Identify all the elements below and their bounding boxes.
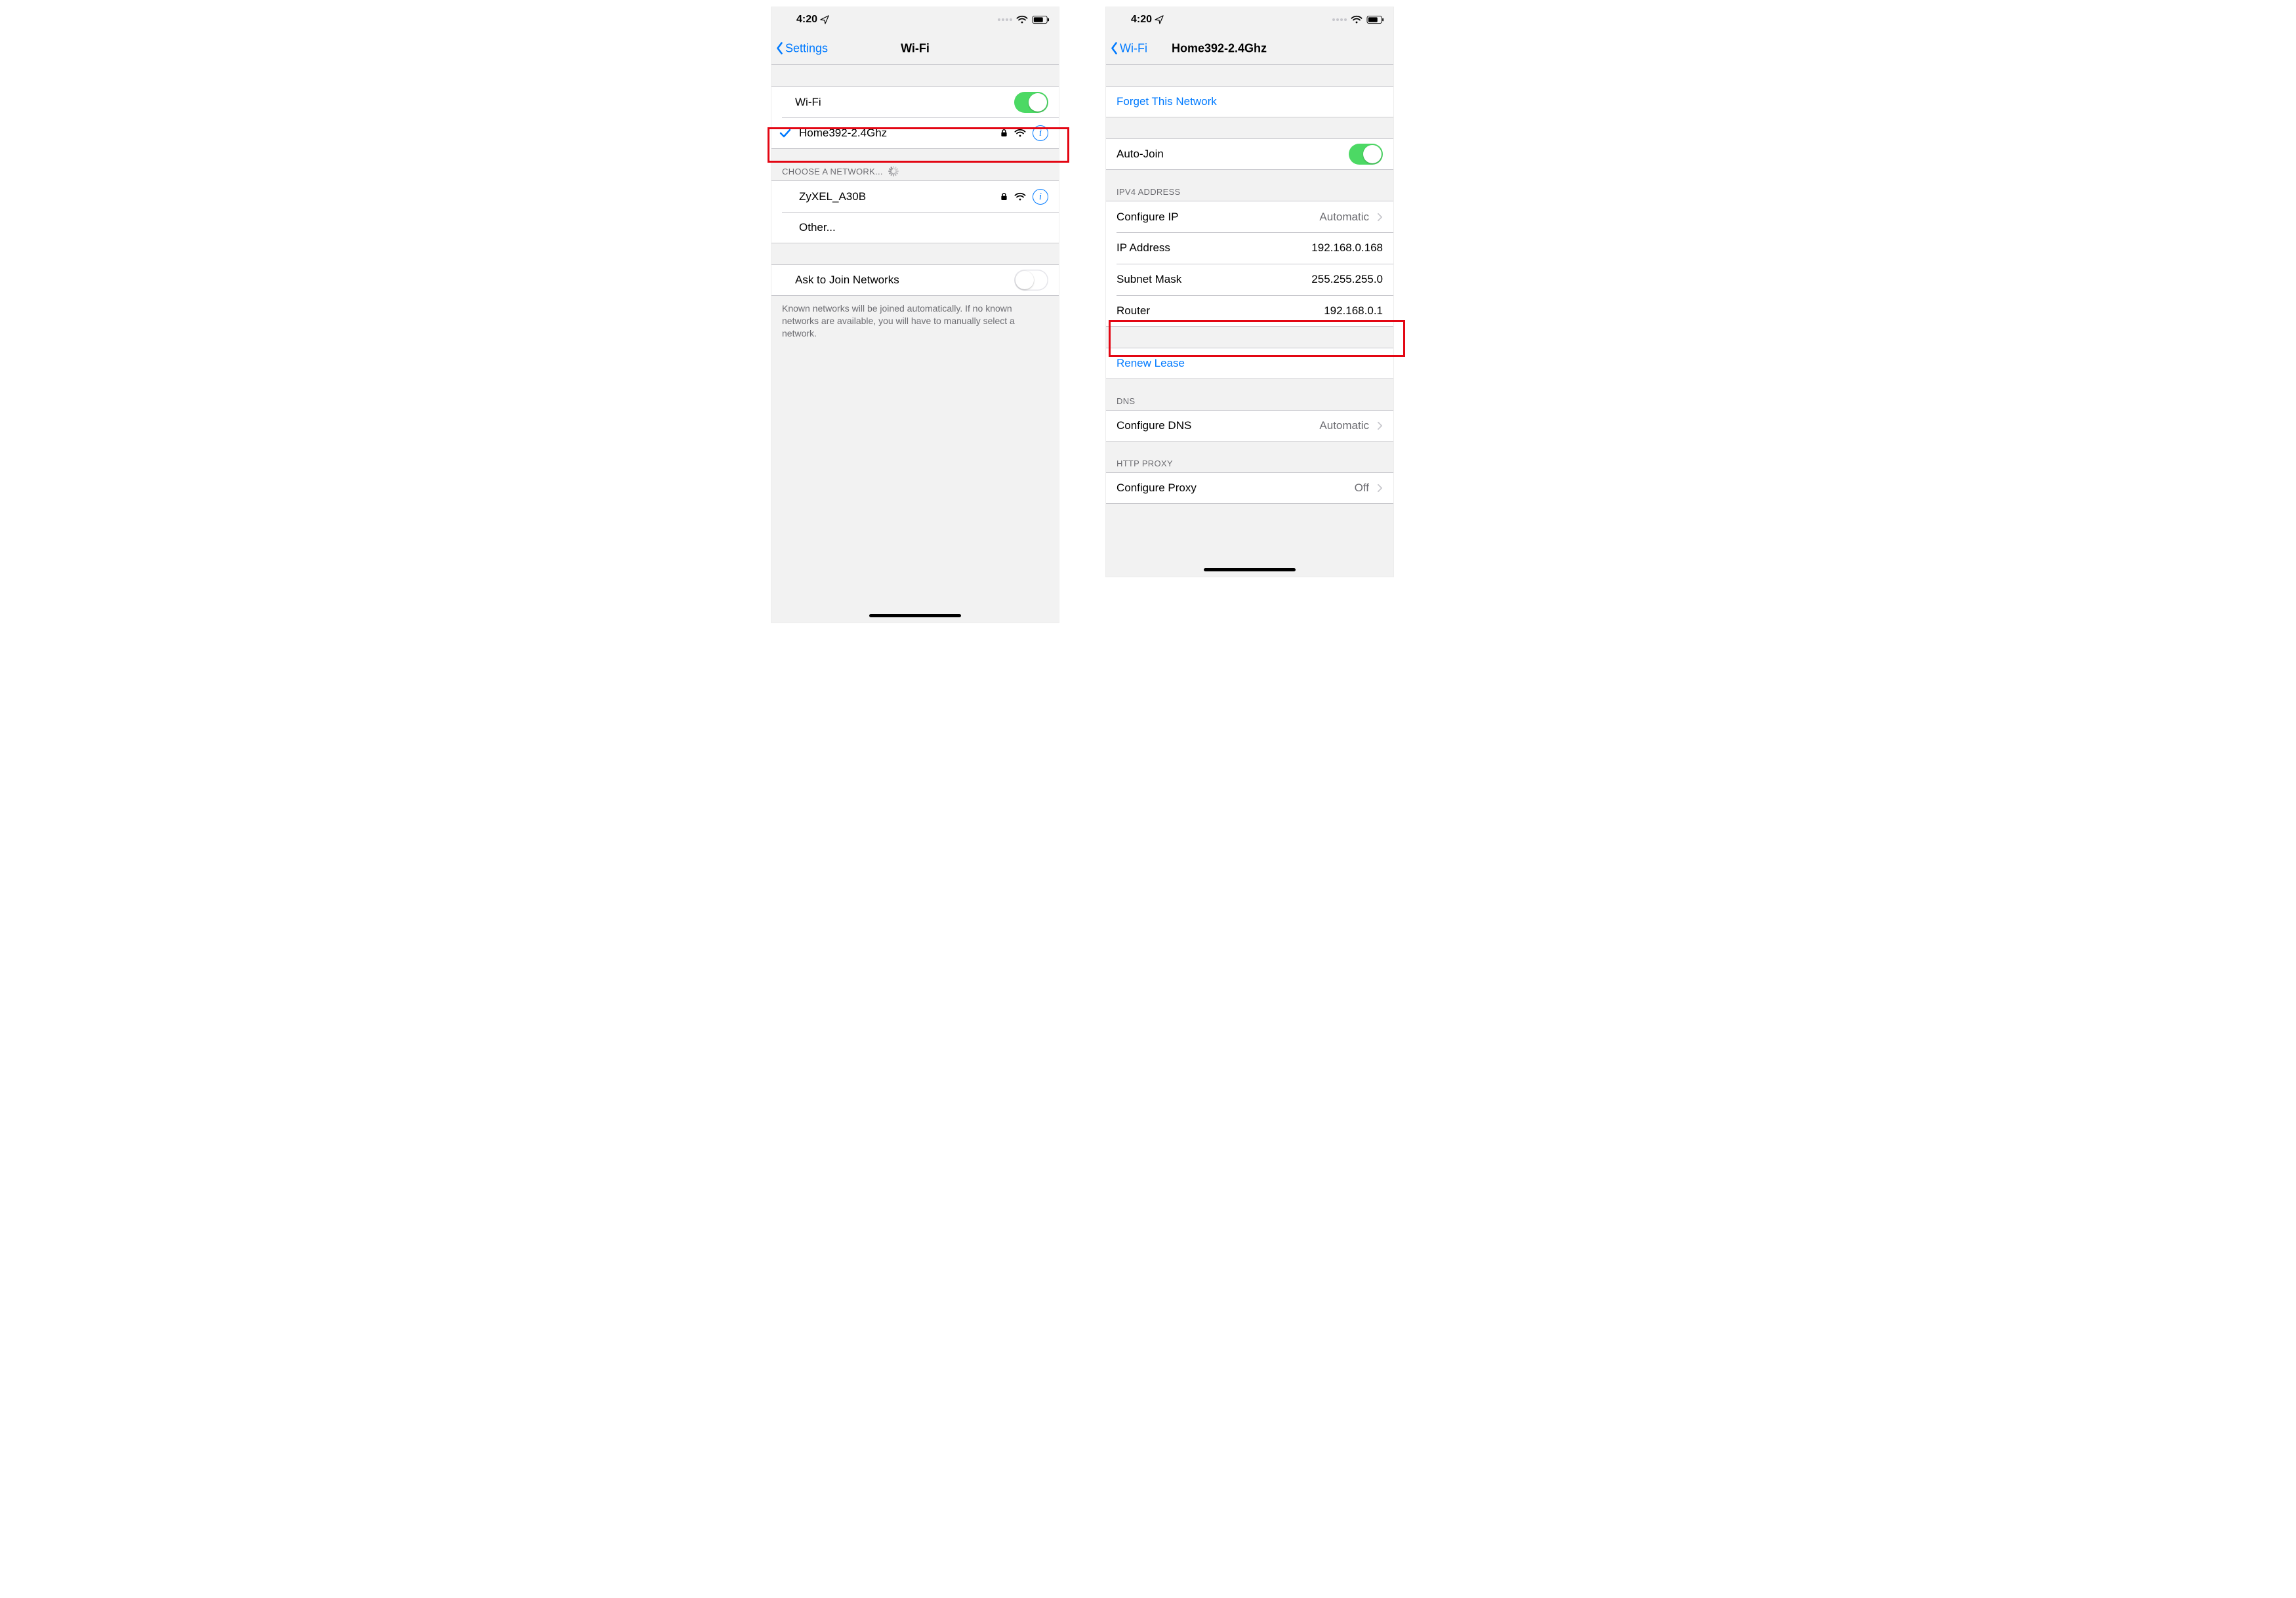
other-label: Other... bbox=[799, 221, 1048, 234]
ip-address-row: IP Address 192.168.0.168 bbox=[1106, 232, 1393, 264]
configure-proxy-label: Configure Proxy bbox=[1117, 481, 1355, 495]
nav-bar: Wi-Fi Home392-2.4Ghz bbox=[1106, 32, 1393, 65]
battery-icon bbox=[1032, 16, 1050, 24]
checkmark-icon bbox=[779, 129, 791, 138]
renew-lease-button[interactable]: Renew Lease bbox=[1106, 348, 1393, 379]
wifi-icon bbox=[1016, 15, 1028, 24]
chevron-right-icon bbox=[1377, 213, 1383, 222]
spinner-icon bbox=[888, 166, 899, 176]
dns-header: DNS bbox=[1106, 379, 1393, 410]
chevron-right-icon bbox=[1377, 483, 1383, 493]
location-arrow-icon bbox=[1155, 15, 1164, 24]
configure-proxy-row[interactable]: Configure Proxy Off bbox=[1106, 472, 1393, 504]
phone-wifi-list: 4:20 Settings Wi-Fi Wi-Fi bbox=[771, 7, 1059, 623]
configure-dns-label: Configure DNS bbox=[1117, 419, 1319, 432]
proxy-header: HTTP PROXY bbox=[1106, 441, 1393, 472]
configure-ip-value: Automatic bbox=[1319, 211, 1369, 224]
wifi-toggle[interactable] bbox=[1014, 92, 1048, 113]
other-network-row[interactable]: ZyXEL_A30B i bbox=[771, 180, 1059, 212]
status-time: 4:20 bbox=[796, 14, 817, 26]
cell-signal-dots-icon bbox=[998, 18, 1012, 21]
ip-address-value: 192.168.0.168 bbox=[1311, 241, 1383, 255]
wifi-signal-icon bbox=[1014, 129, 1026, 138]
wifi-icon bbox=[1351, 15, 1363, 24]
location-arrow-icon bbox=[820, 15, 829, 24]
status-time: 4:20 bbox=[1131, 14, 1152, 26]
renew-lease-label: Renew Lease bbox=[1117, 357, 1185, 370]
ask-join-label: Ask to Join Networks bbox=[782, 274, 1014, 287]
home-indicator[interactable] bbox=[1204, 568, 1296, 571]
forget-network-label: Forget This Network bbox=[1117, 95, 1217, 108]
configure-dns-value: Automatic bbox=[1319, 419, 1369, 432]
router-value: 192.168.0.1 bbox=[1324, 304, 1383, 318]
configure-ip-label: Configure IP bbox=[1117, 211, 1319, 224]
nav-bar: Settings Wi-Fi bbox=[771, 32, 1059, 65]
choose-network-header: CHOOSE A NETWORK... bbox=[782, 167, 883, 176]
connected-network-row[interactable]: Home392-2.4Ghz i bbox=[771, 117, 1059, 149]
wifi-signal-icon bbox=[1014, 192, 1026, 201]
lock-icon bbox=[1000, 192, 1008, 201]
chevron-right-icon bbox=[1377, 421, 1383, 430]
phone-wifi-details: 4:20 Wi-Fi Home392-2.4Ghz Forget This Ne… bbox=[1105, 7, 1394, 577]
subnet-mask-label: Subnet Mask bbox=[1117, 273, 1311, 286]
forget-network-button[interactable]: Forget This Network bbox=[1106, 86, 1393, 117]
ip-address-label: IP Address bbox=[1117, 241, 1311, 255]
cell-signal-dots-icon bbox=[1332, 18, 1347, 21]
ipv4-header: IPV4 ADDRESS bbox=[1106, 170, 1393, 201]
status-bar: 4:20 bbox=[1106, 7, 1393, 32]
battery-icon bbox=[1366, 16, 1384, 24]
status-bar: 4:20 bbox=[771, 7, 1059, 32]
configure-dns-row[interactable]: Configure DNS Automatic bbox=[1106, 410, 1393, 441]
lock-icon bbox=[1000, 129, 1008, 137]
subnet-mask-row: Subnet Mask 255.255.255.0 bbox=[1106, 264, 1393, 295]
home-indicator[interactable] bbox=[869, 614, 961, 617]
ask-join-footer: Known networks will be joined automatica… bbox=[771, 296, 1059, 346]
auto-join-row[interactable]: Auto-Join bbox=[1106, 138, 1393, 170]
router-label: Router bbox=[1117, 304, 1324, 318]
configure-ip-row[interactable]: Configure IP Automatic bbox=[1106, 201, 1393, 232]
info-icon[interactable]: i bbox=[1033, 189, 1048, 205]
router-row: Router 192.168.0.1 bbox=[1106, 295, 1393, 327]
auto-join-label: Auto-Join bbox=[1117, 148, 1349, 161]
connected-network-name: Home392-2.4Ghz bbox=[799, 127, 1000, 140]
subnet-mask-value: 255.255.255.0 bbox=[1311, 273, 1383, 286]
nav-title: Wi-Fi bbox=[771, 41, 1059, 55]
other-network-name: ZyXEL_A30B bbox=[799, 190, 1000, 203]
configure-proxy-value: Off bbox=[1355, 481, 1369, 495]
info-icon[interactable]: i bbox=[1033, 125, 1048, 141]
other-network-other-row[interactable]: Other... bbox=[771, 212, 1059, 243]
wifi-toggle-label: Wi-Fi bbox=[782, 96, 1014, 109]
nav-title: Home392-2.4Ghz bbox=[1106, 41, 1393, 55]
ask-to-join-row[interactable]: Ask to Join Networks bbox=[771, 264, 1059, 296]
wifi-toggle-row[interactable]: Wi-Fi bbox=[771, 86, 1059, 117]
auto-join-toggle[interactable] bbox=[1349, 144, 1383, 165]
ask-join-toggle[interactable] bbox=[1014, 270, 1048, 291]
